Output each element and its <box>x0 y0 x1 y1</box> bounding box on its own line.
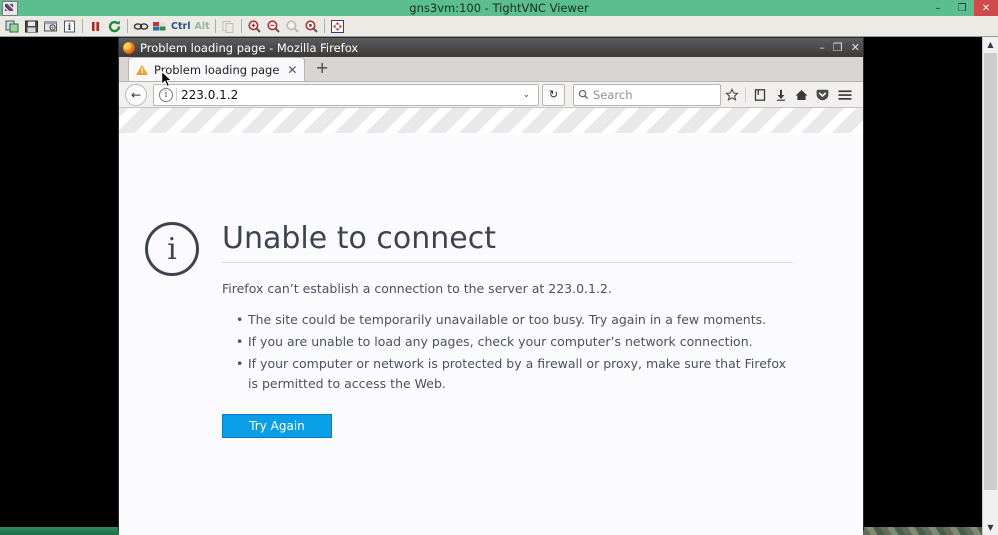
firefox-window-title: Problem loading page - Mozilla Firefox <box>140 40 359 55</box>
error-suggestion-list: The site could be temporarily unavailabl… <box>222 310 793 394</box>
pocket-icon[interactable] <box>812 85 833 105</box>
transfer-files-icon <box>220 18 237 35</box>
vnc-minimize-button[interactable]: – <box>926 0 950 16</box>
zoom-100-icon <box>284 18 301 35</box>
url-input[interactable]: 223.0.1.2 <box>181 88 517 102</box>
svg-text:i: i <box>68 23 72 33</box>
toolbar-separator <box>745 87 746 102</box>
ctrl-key-toggle[interactable]: Ctrl <box>169 21 192 32</box>
vnc-window-controls: – ❐ ✕ <box>926 0 998 16</box>
title-divider <box>222 262 793 263</box>
toolbar-separator <box>240 19 242 33</box>
connection-info-icon[interactable]: i <box>61 18 78 35</box>
toolbar-separator <box>82 19 83 33</box>
send-ctrl-esc-icon[interactable] <box>151 18 168 35</box>
desktop-wallpaper-edge <box>843 527 983 535</box>
page-title: Unable to connect <box>222 221 496 256</box>
zoom-out-icon[interactable] <box>265 18 282 35</box>
new-connection-icon[interactable] <box>4 18 21 35</box>
address-bar[interactable]: i 223.0.1.2 ⌄ <box>153 83 539 106</box>
vnc-close-button[interactable]: ✕ <box>974 0 998 16</box>
bookmark-star-icon[interactable] <box>721 85 742 105</box>
list-item: If your computer or network is protected… <box>236 354 793 394</box>
hamburger-menu-icon[interactable] <box>833 85 857 105</box>
firefox-tab-bar: Problem loading page ✕ + <box>119 57 863 82</box>
try-again-button[interactable]: Try Again <box>222 414 332 438</box>
tab-problem-loading-page[interactable]: Problem loading page ✕ <box>128 57 306 81</box>
error-header: i Unable to connect Firefox can’t establ… <box>145 220 863 438</box>
send-ctrl-alt-del-icon[interactable] <box>132 18 149 35</box>
pause-icon[interactable] <box>87 18 104 35</box>
vnc-titlebar: gns3vm:100 - TightVNC Viewer – ❐ ✕ <box>0 0 998 16</box>
connection-options-icon[interactable] <box>42 18 59 35</box>
zoom-in-icon[interactable] <box>246 18 263 35</box>
toolbar-separator <box>214 19 216 33</box>
error-body: Unable to connect Firefox can’t establis… <box>222 220 793 438</box>
toolbar-separator <box>323 19 325 33</box>
vnc-window-title: gns3vm:100 - TightVNC Viewer <box>409 1 589 15</box>
chevron-down-icon[interactable]: ⌄ <box>517 90 535 100</box>
list-item: If you are unable to load any pages, che… <box>236 332 793 352</box>
firefox-window: Problem loading page - Mozilla Firefox –… <box>118 37 864 535</box>
scrollbar-thumb[interactable] <box>984 53 997 490</box>
refresh-icon[interactable] <box>106 18 123 35</box>
vnc-toolbar: i Ctrl Alt <box>0 16 998 37</box>
close-tab-icon[interactable]: ✕ <box>287 63 297 77</box>
alt-key-toggle[interactable]: Alt <box>192 21 211 32</box>
firefox-titlebar: Problem loading page - Mozilla Firefox –… <box>119 38 863 57</box>
toolbar-separator <box>127 19 128 33</box>
search-icon <box>578 89 589 100</box>
reload-button[interactable]: ↻ <box>542 83 565 106</box>
vnc-restore-button[interactable]: ❐ <box>950 0 974 16</box>
tab-label: Problem loading page <box>154 62 280 77</box>
firefox-navigation-bar: ← i 223.0.1.2 ⌄ ↻ Search <box>119 82 863 108</box>
address-divider <box>176 88 177 101</box>
page-content: i Unable to connect Firefox can’t establ… <box>119 134 863 535</box>
warning-triangle-icon <box>136 64 148 75</box>
page-loading-stripes <box>119 108 863 134</box>
new-tab-button[interactable]: + <box>305 60 336 78</box>
error-description: Firefox can’t establish a connection to … <box>222 281 612 296</box>
network-error-page: i Unable to connect Firefox can’t establ… <box>119 134 863 438</box>
vnc-vertical-scrollbar[interactable]: ▲ ▼ <box>982 37 998 535</box>
save-session-icon[interactable] <box>23 18 40 35</box>
search-input[interactable]: Search <box>573 83 721 106</box>
scroll-down-arrow-icon[interactable]: ▼ <box>983 520 998 535</box>
firefox-minimize-button[interactable]: – <box>819 42 825 53</box>
back-button[interactable]: ← <box>125 83 147 106</box>
firefox-window-controls: – ❐ ✕ <box>819 38 860 57</box>
site-identity-icon[interactable]: i <box>159 87 173 102</box>
firefox-restore-button[interactable]: ❐ <box>833 42 843 53</box>
vnc-remote-screen[interactable]: Problem loading page - Mozilla Firefox –… <box>0 37 983 535</box>
home-icon[interactable] <box>791 85 812 105</box>
fullscreen-icon[interactable] <box>329 18 346 35</box>
info-circle-icon: i <box>145 222 199 276</box>
list-item: The site could be temporarily unavailabl… <box>236 310 793 330</box>
scroll-up-arrow-icon[interactable]: ▲ <box>983 37 998 52</box>
firefox-close-button[interactable]: ✕ <box>851 42 860 53</box>
zoom-auto-icon[interactable] <box>303 18 320 35</box>
firefox-logo-icon <box>123 41 135 54</box>
search-placeholder: Search <box>593 87 633 102</box>
screen: gns3vm:100 - TightVNC Viewer – ❐ ✕ i Ctr… <box>0 0 998 535</box>
library-icon[interactable] <box>749 85 770 105</box>
downloads-icon[interactable] <box>770 85 791 105</box>
